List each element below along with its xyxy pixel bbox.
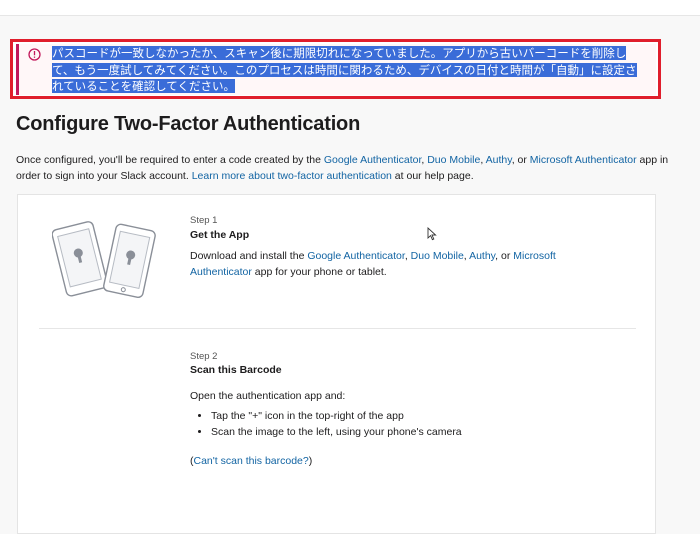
microsoft-authenticator-link[interactable]: Microsoft Authenticator <box>530 154 637 166</box>
top-bar <box>0 0 700 16</box>
cant-scan-barcode-link[interactable]: Can't scan this barcode? <box>194 455 309 467</box>
step-1-description: Download and install the Google Authenti… <box>190 250 556 278</box>
step1-authy-link[interactable]: Authy <box>469 250 495 262</box>
step-divider <box>39 328 636 329</box>
step-1-label: Step 1 <box>190 215 218 226</box>
phones-illustration-icon <box>51 215 162 305</box>
page-title: Configure Two-Factor Authentication <box>16 113 361 135</box>
learn-more-link[interactable]: Learn more about two-factor authenticati… <box>192 170 392 182</box>
step-2-lead: Open the authentication app and: <box>190 390 346 402</box>
step1-duo-mobile-link[interactable]: Duo Mobile <box>411 250 464 262</box>
step1-google-authenticator-link[interactable]: Google Authenticator <box>307 250 405 262</box>
authy-link[interactable]: Authy <box>486 154 512 166</box>
step-2-label: Step 2 <box>190 351 218 362</box>
list-item: Scan the image to the left, using your p… <box>211 424 462 440</box>
alert-message: パスコードが一致しなかったか、スキャン後に期限切れになっていました。アプリから古… <box>52 46 637 93</box>
intro-paragraph: Once configured, you'll be required to e… <box>16 154 669 182</box>
mouse-cursor-icon <box>427 226 437 241</box>
step-2-title: Scan this Barcode <box>190 364 282 376</box>
cant-scan-line: (Can't scan this barcode?) <box>190 455 313 467</box>
exclamation-circle-icon <box>27 47 42 62</box>
step-1-title: Get the App <box>190 229 250 241</box>
google-authenticator-link[interactable]: Google Authenticator <box>324 154 422 166</box>
duo-mobile-link[interactable]: Duo Mobile <box>427 154 480 166</box>
step-2-instructions: Tap the "+" icon in the top-right of the… <box>190 408 462 440</box>
list-item: Tap the "+" icon in the top-right of the… <box>211 408 462 424</box>
